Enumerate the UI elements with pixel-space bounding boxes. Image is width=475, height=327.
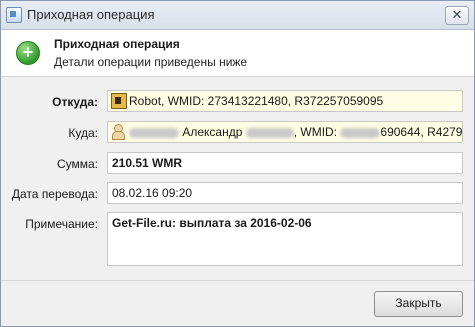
window-close-button[interactable]: ✕ bbox=[445, 6, 469, 25]
to-wmid-prefix: , WMID: bbox=[293, 125, 338, 139]
note-field[interactable]: Get-File.ru: выплата за 2016-02-06 bbox=[107, 212, 463, 266]
transaction-dialog: Приходная операция ✕ + Приходная операци… bbox=[0, 0, 475, 327]
close-button[interactable]: Закрыть bbox=[374, 291, 463, 317]
amount-field[interactable]: 210.51 WMR bbox=[107, 152, 463, 174]
from-label: Откуда: bbox=[52, 95, 98, 109]
to-name: Александр bbox=[182, 125, 243, 139]
note-value: Get-File.ru: выплата за 2016-02-06 bbox=[112, 216, 312, 230]
date-value: 08.02.16 09:20 bbox=[112, 186, 193, 200]
to-wmid-tail: 690644, R42792... bbox=[380, 125, 463, 139]
header-subtitle: Детали операции приведены ниже bbox=[54, 55, 248, 69]
to-field[interactable]: Александр , WMID: 690644, R42792... bbox=[107, 121, 463, 143]
to-label: Куда: bbox=[68, 126, 98, 140]
date-field[interactable]: 08.02.16 09:20 bbox=[107, 182, 463, 204]
from-value: Robot, WMID: 273413221480, R372257059095 bbox=[129, 94, 384, 108]
amount-label: Сумма: bbox=[56, 157, 98, 171]
amount-value: 210.51 WMR bbox=[112, 156, 183, 170]
redacted-wmid bbox=[340, 127, 381, 138]
redacted-surname bbox=[129, 127, 179, 138]
redacted-patronymic bbox=[245, 127, 294, 138]
window-icon bbox=[6, 7, 22, 23]
note-label: Примечание: bbox=[25, 217, 98, 231]
dialog-header: + Приходная операция Детали операции при… bbox=[1, 30, 474, 77]
footer-divider bbox=[1, 280, 474, 281]
from-field[interactable]: Robot, WMID: 273413221480, R372257059095 bbox=[107, 90, 463, 112]
header-title: Приходная операция bbox=[54, 37, 180, 51]
plus-icon: + bbox=[16, 41, 40, 65]
window-title: Приходная операция bbox=[27, 7, 155, 22]
robot-icon bbox=[111, 93, 127, 109]
title-bar: Приходная операция ✕ bbox=[1, 1, 474, 30]
date-label: Дата перевода: bbox=[11, 187, 98, 201]
person-icon bbox=[112, 124, 125, 140]
